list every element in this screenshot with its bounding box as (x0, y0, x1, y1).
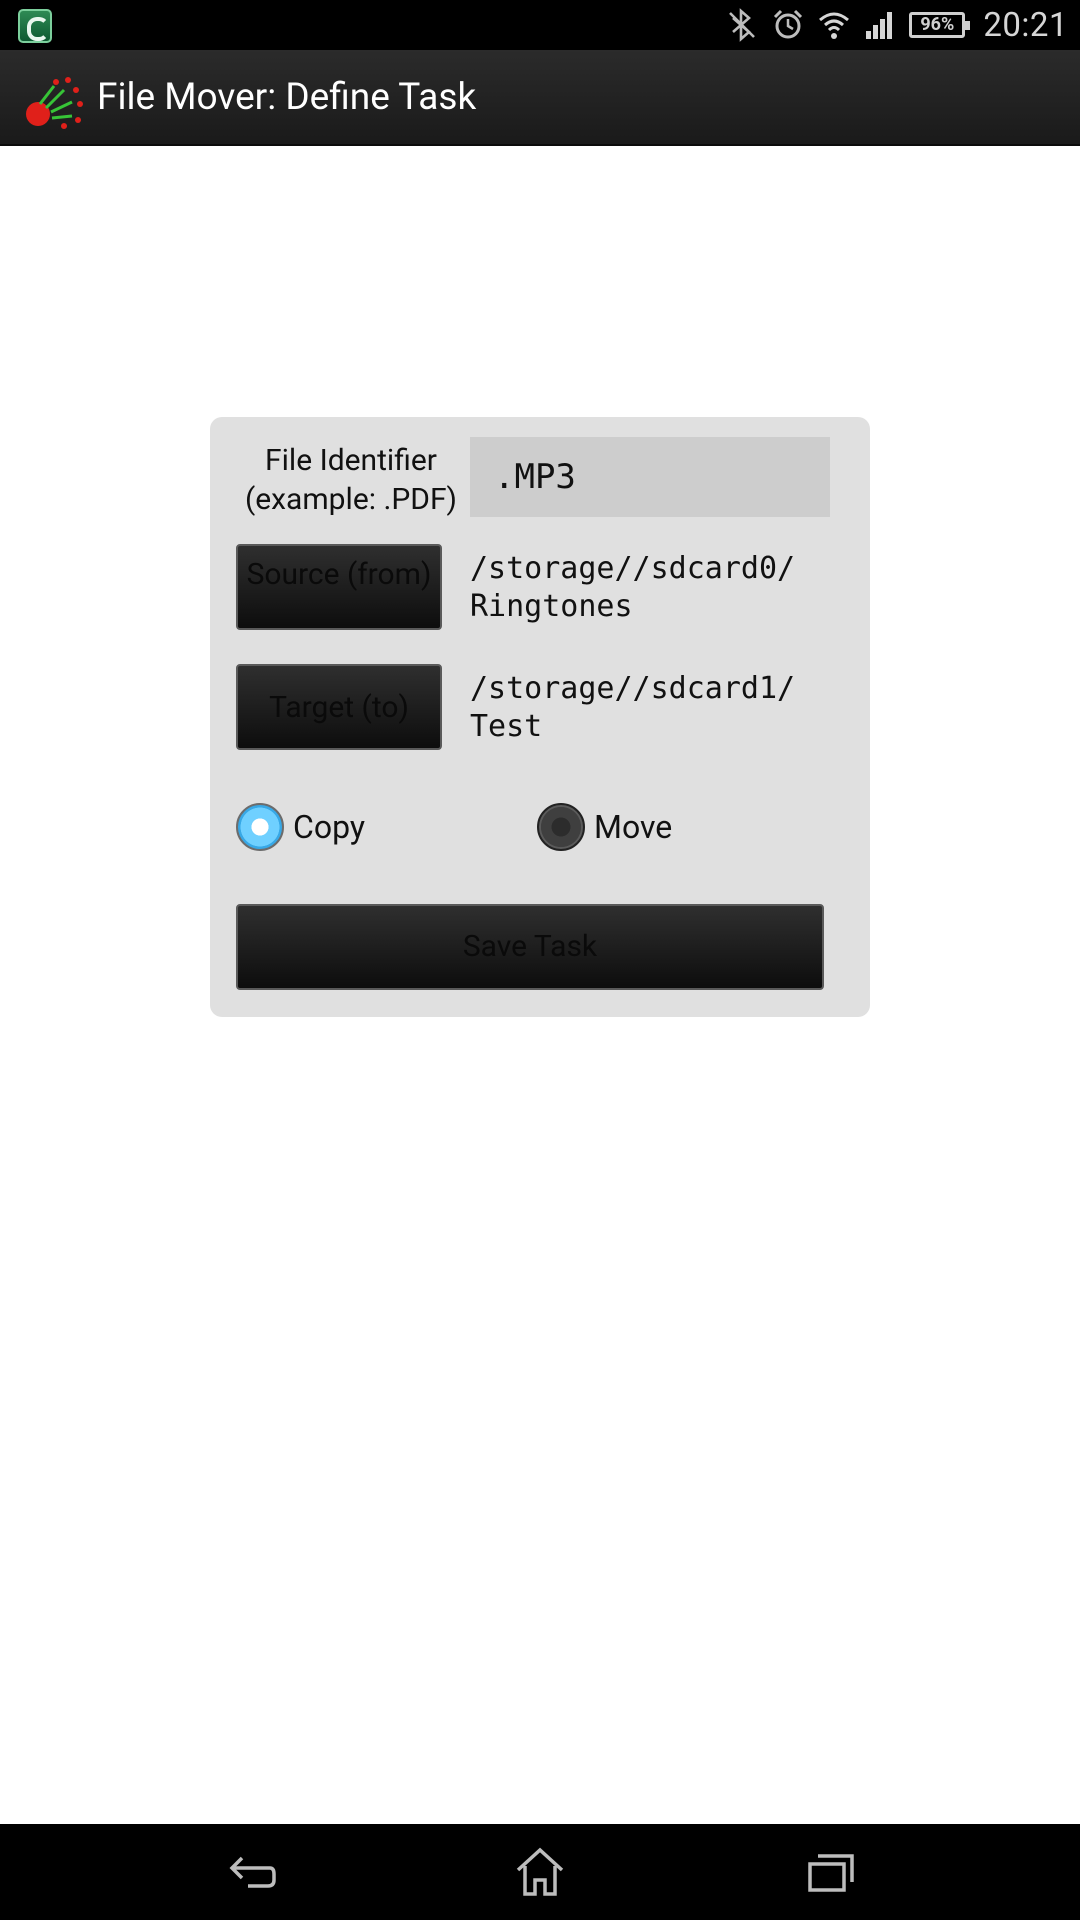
app-logo-icon[interactable] (24, 68, 90, 134)
signal-icon (866, 12, 893, 39)
save-task-button[interactable]: Save Task (236, 904, 824, 990)
status-icons: 96% 20:21 (725, 0, 1068, 50)
source-path: /storage//sdcard0/ Ringtones (470, 551, 796, 624)
clock: 20:21 (983, 5, 1068, 45)
file-identifier-input[interactable] (470, 437, 830, 517)
radio-selected-icon[interactable] (236, 803, 284, 851)
navigation-bar (0, 1824, 1080, 1920)
radio-unselected-icon[interactable] (537, 803, 585, 851)
target-path: /storage//sdcard1/ Test (470, 671, 796, 744)
bluetooth-off-icon (729, 8, 756, 42)
app-notification-icon (18, 9, 52, 43)
source-button[interactable]: Source (from) (236, 544, 442, 630)
copy-radio-label: Copy (293, 808, 366, 846)
copy-radio[interactable]: Copy (236, 802, 365, 852)
file-identifier-label: File Identifier (example: .PDF) (245, 443, 457, 517)
recent-apps-icon[interactable] (800, 1842, 860, 1902)
home-icon[interactable] (510, 1842, 570, 1902)
target-button[interactable]: Target (to) (236, 664, 442, 750)
move-radio-label: Move (594, 808, 673, 846)
page-title: File Mover: Define Task (97, 76, 477, 119)
alarm-icon (774, 9, 803, 39)
back-icon[interactable] (220, 1842, 280, 1902)
battery-indicator: 96% (909, 12, 971, 38)
task-form-card: File Identifier (example: .PDF) Source (… (210, 417, 870, 1017)
wifi-icon (819, 12, 850, 39)
action-bar: File Mover: Define Task (0, 50, 1080, 146)
status-bar: 96% 20:21 (0, 0, 1080, 50)
move-radio[interactable]: Move (537, 802, 672, 852)
